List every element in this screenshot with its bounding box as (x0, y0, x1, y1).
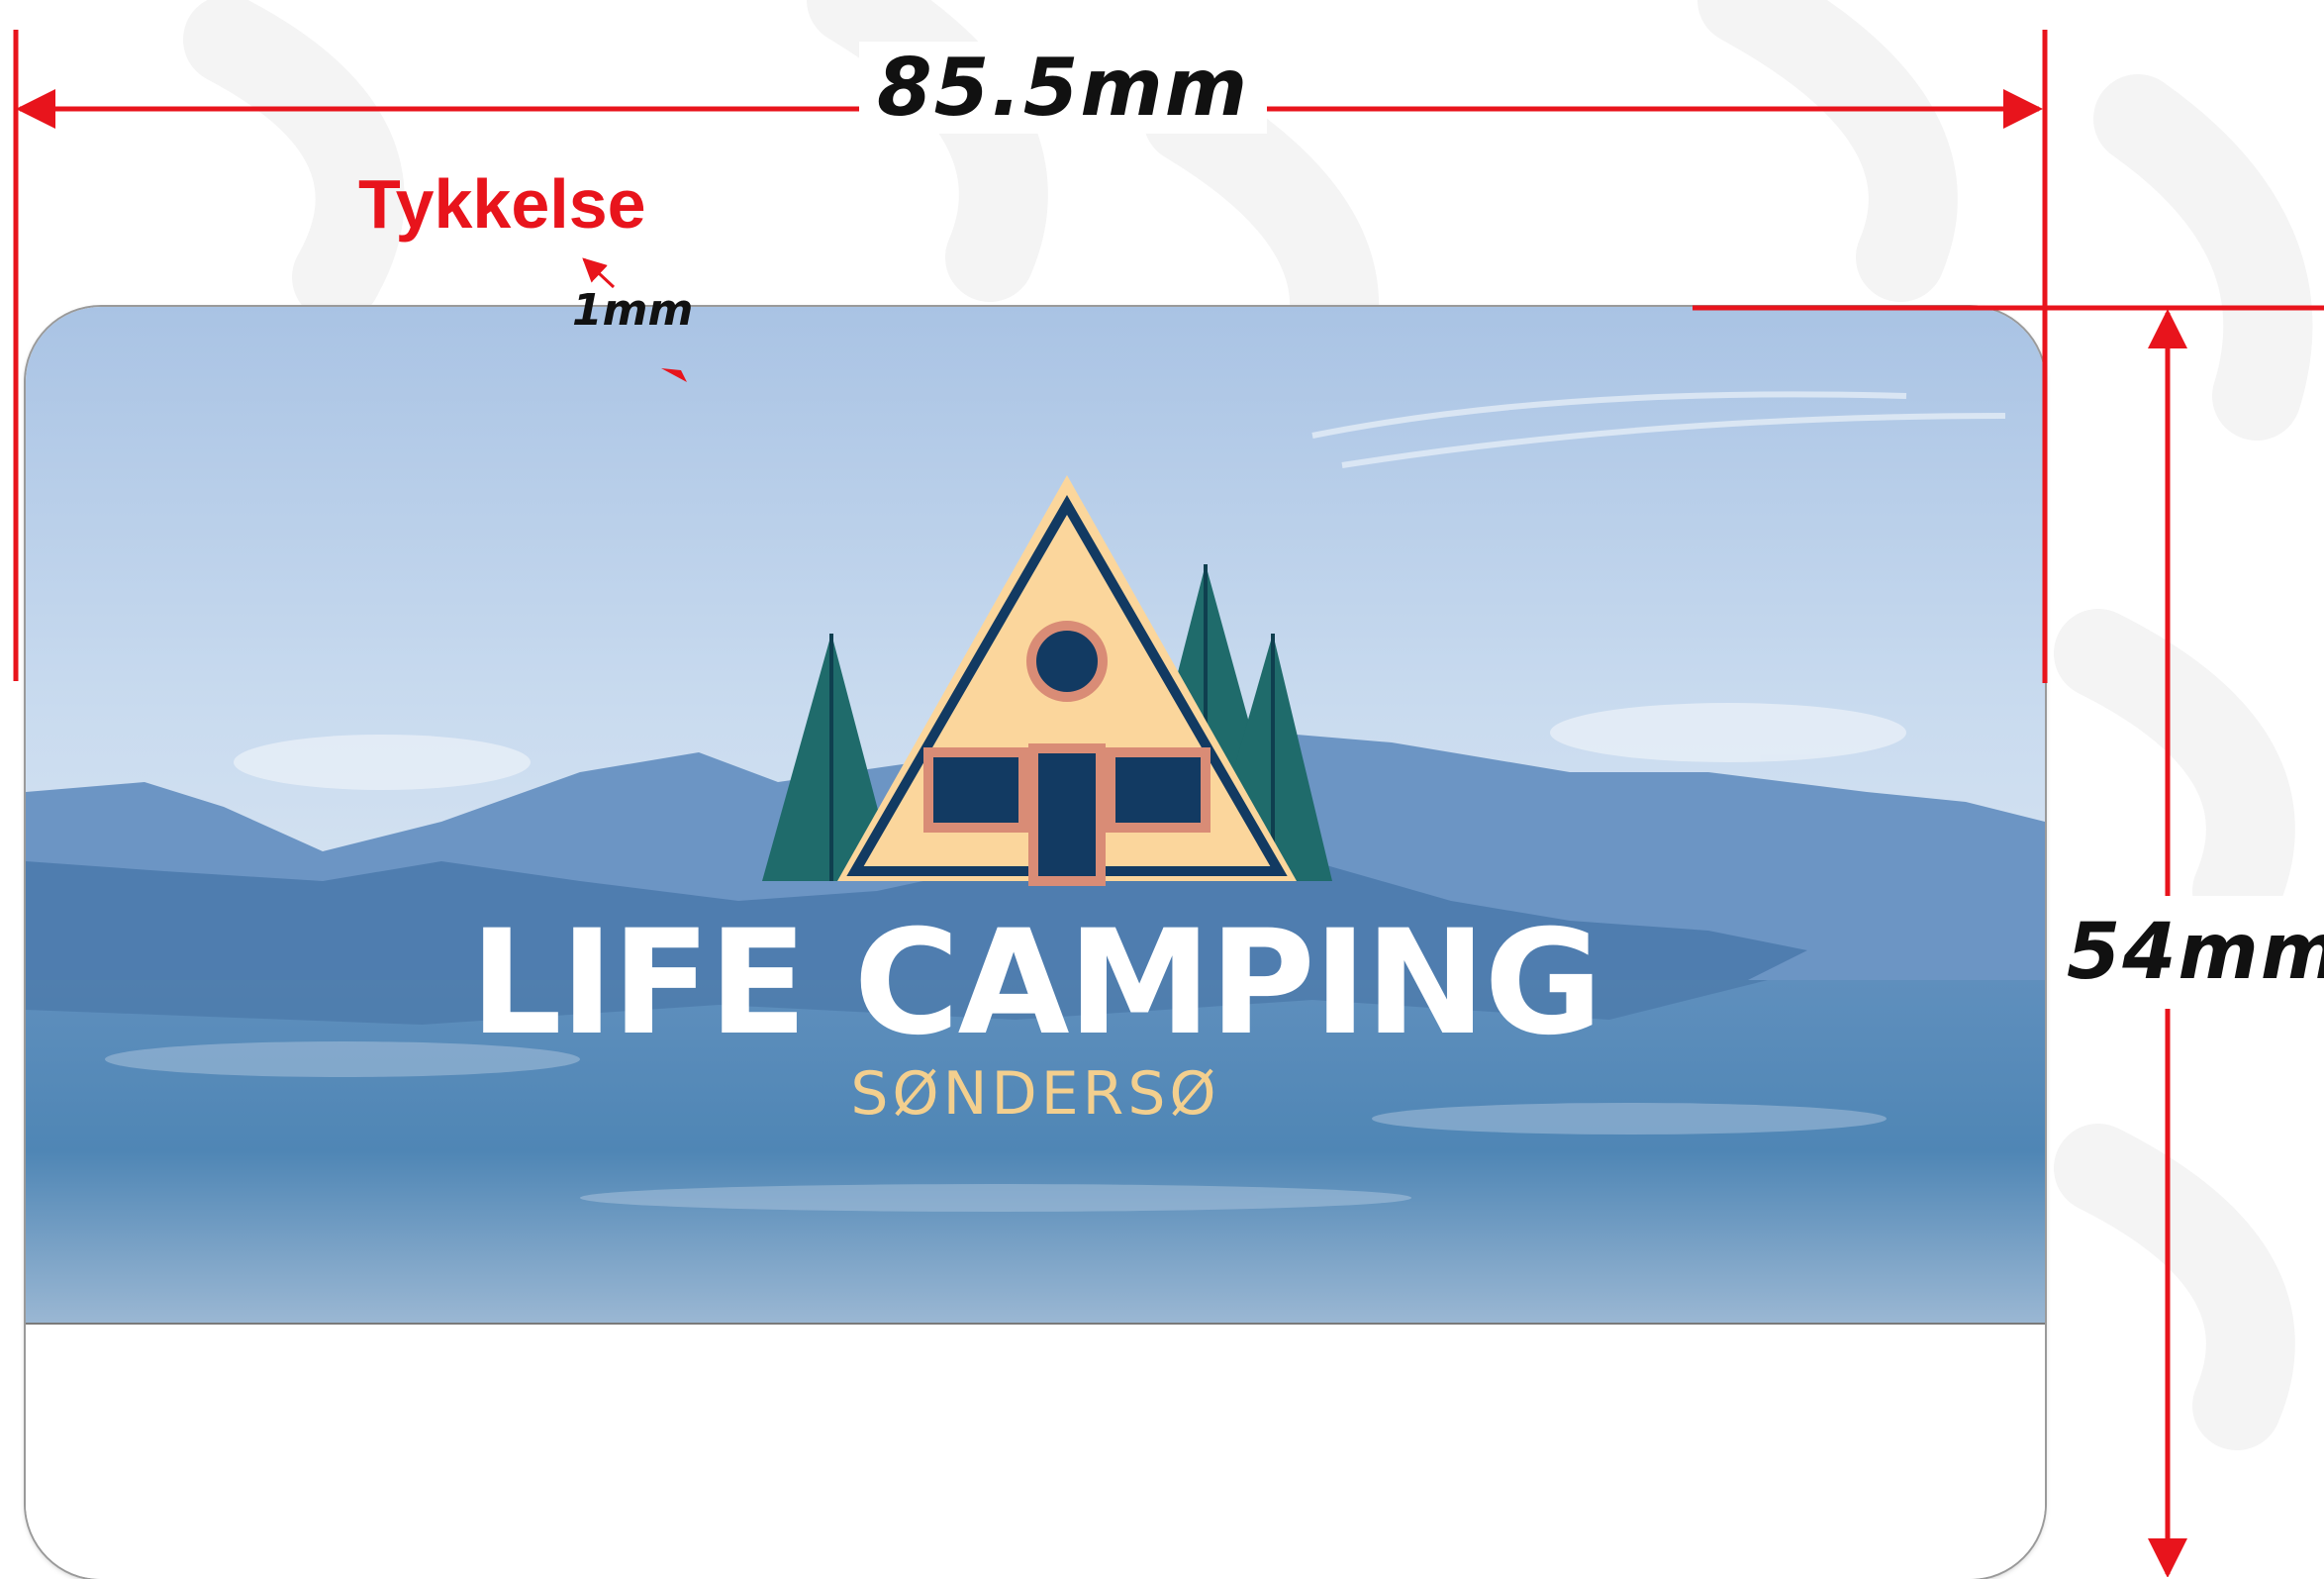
thickness-value: 1mm (572, 285, 694, 336)
thickness-marker (661, 368, 687, 382)
width-dimension-label: 85.5mm (859, 42, 1268, 134)
thickness-title: Tykkelse (358, 165, 646, 243)
dimension-lines (13, 30, 2324, 1577)
height-dimension-label: 54mm (2057, 896, 2324, 1009)
thickness-pointer (582, 257, 616, 289)
